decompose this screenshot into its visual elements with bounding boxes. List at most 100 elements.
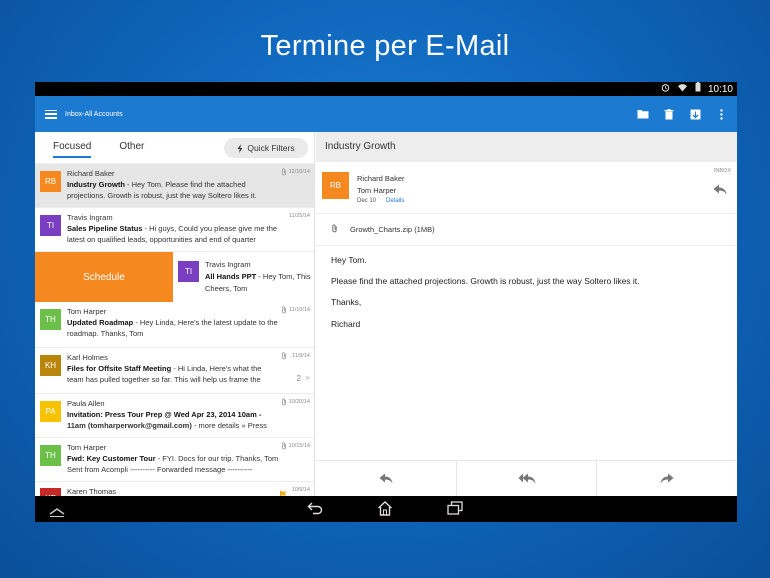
reply-button[interactable] [316,461,457,496]
message-preview-line2: team has pulled together so far. This wi… [67,375,261,384]
avatar: KH [40,355,61,376]
avatar: KT [40,488,61,496]
more-options-icon[interactable] [715,108,727,120]
app-bar: Inbox-All Accounts [35,96,737,132]
message-preview-line2: latest on qualified leads, opportunities… [67,235,256,244]
message-sender: Tom Harper [67,307,107,316]
schedule-icon[interactable] [689,108,701,120]
message-subject: Fwd: Key Customer Tour [67,454,156,463]
sender-name[interactable]: Richard Baker [357,174,405,183]
message-preview-line2: Cheers, Tom [205,284,248,293]
reply-all-icon [518,473,535,484]
battery-icon [695,82,701,96]
attachment-icon [281,398,287,408]
message-list-pane: Focused Other Quick Filters RB Richard B… [35,132,315,496]
attachment-icon [281,306,287,316]
account-selector[interactable]: Inbox-All Accounts [65,111,123,118]
message-sender: Travis Ingram [205,260,251,269]
message-preview: - Hi guys, Could you please give me the [142,224,278,233]
body-paragraph: Hey Tom. [331,255,367,265]
lightning-icon [237,143,243,153]
reading-subject: Industry Growth [316,132,737,162]
promo-title: Termine per E-Mail [260,30,510,62]
avatar: TH [40,309,61,330]
sender-avatar: RB [322,172,349,199]
message-preview: - Hey Tom. Please find the attached [124,180,246,189]
message-subject: All Hands PPT [205,272,257,281]
message-sender: Tom Harper [67,443,107,452]
avatar: TH [40,445,61,466]
attachment-name: Growth_Charts.zip (1MB) [350,225,435,234]
back-icon[interactable] [307,501,323,520]
attachment-icon [281,168,287,178]
home-icon[interactable] [377,501,393,521]
avatar: PA [40,401,61,422]
alarm-icon [661,82,670,96]
reply-toolbar [316,460,737,496]
message-date: 10/9/14 [291,487,310,493]
message-body: Hey Tom. Please find the attached projec… [316,246,737,349]
reading-pane: Industry Growth RB Richard Baker Tom Har… [316,132,737,496]
recipient-name[interactable]: Tom Harper [357,186,396,195]
message-row[interactable]: RB Richard Baker 12/10/14 Industry Growt… [35,164,314,208]
message-row[interactable]: TI Travis Ingram 11/25/14 Sales Pipeline… [35,208,314,252]
tablet-screen: 10:10 Inbox-All Accounts Focused Other Q… [35,82,737,522]
menu-icon[interactable] [45,109,57,119]
attachment-icon [281,442,287,452]
attachment-icon [331,224,338,235]
message-row[interactable]: TH Tom Harper 11/10/14 Updated Roadmap -… [35,302,314,348]
folder-icon[interactable] [637,108,649,120]
message-date: 11/9/14 [292,353,310,359]
message-preview-line2: projections. Growth is robust, just the … [67,191,257,200]
message-date: 11/10/14 [288,307,310,313]
body-paragraph: Richard [331,318,361,329]
recent-apps-icon[interactable] [447,501,463,520]
schedule-swipe-action[interactable]: Schedule [35,252,173,302]
message-row[interactable]: TH Tom Harper 10/15/14 Fwd: Key Customer… [35,438,314,482]
message-row[interactable]: KT Karen Thomas 10/9/14 [35,482,314,496]
message-preview: - more details » Press [191,421,267,430]
message-header: RB Richard Baker Tom Harper Dec 10 Detai… [316,162,737,214]
body-paragraph: Thanks, [331,297,362,308]
message-preview-line2: Sent from Acompli ---------- Forwarded m… [67,465,253,474]
forward-button[interactable] [597,461,737,496]
message-subject: Files for Offsite Staff Meeting [67,364,172,373]
message-date: Dec 10 [357,198,377,204]
wifi-icon [677,82,688,96]
message-row[interactable]: KH Karl Holmes 11/9/14 Files for Offsite… [35,348,314,394]
body-paragraph: Please find the attached projections. Gr… [331,276,640,287]
message-sender: Paula Allen [67,399,105,408]
message-preview: - Hey Tom, This [256,272,311,281]
attachment-icon [281,352,287,362]
flag-icon [280,486,287,496]
message-preview-line2: roadmap. Thanks, Tom [67,329,144,338]
details-link[interactable]: Details [386,198,404,204]
quick-filters-button[interactable]: Quick Filters [224,138,308,158]
message-preview: - FYI. Docs for our trip. Thanks, Tom [155,454,279,463]
message-sender: Karl Holmes [67,353,108,362]
avatar: TI [40,215,61,236]
tab-other[interactable]: Other [119,141,144,154]
attachment-item[interactable]: Growth_Charts.zip (1MB) [316,214,737,246]
tab-focused[interactable]: Focused [53,141,92,158]
reply-icon [379,473,393,484]
quick-filters-label: Quick Filters [247,143,295,153]
reply-all-button[interactable] [457,461,598,496]
message-sender: Travis Ingram [67,213,113,222]
message-subject-cont: 11am (tomharperwork@gmail.com) [67,421,192,430]
message-subject: Invitation: Press Tour Prep @ Wed Apr 23… [67,410,262,419]
swiped-message-row[interactable]: Schedule TI Travis Ingram All Hands PPT … [35,252,314,302]
message-subject: Updated Roadmap [67,318,134,327]
message-date: 10/20/14 [288,399,310,405]
reply-icon[interactable] [713,182,727,200]
message-subject: Industry Growth [67,180,125,189]
message-row[interactable]: PA Paula Allen 10/20/14 Invitation: Pres… [35,394,314,438]
trash-icon[interactable] [663,108,675,120]
status-time: 10:10 [707,83,733,95]
message-row[interactable]: TI Travis Ingram All Hands PPT - Hey Tom… [173,252,314,302]
avatar: TI [178,261,199,282]
message-date: 12/10/14 [288,169,310,175]
collapse-icon[interactable] [49,504,65,522]
android-nav-bar [35,496,737,522]
message-date: 10/15/14 [288,443,310,449]
